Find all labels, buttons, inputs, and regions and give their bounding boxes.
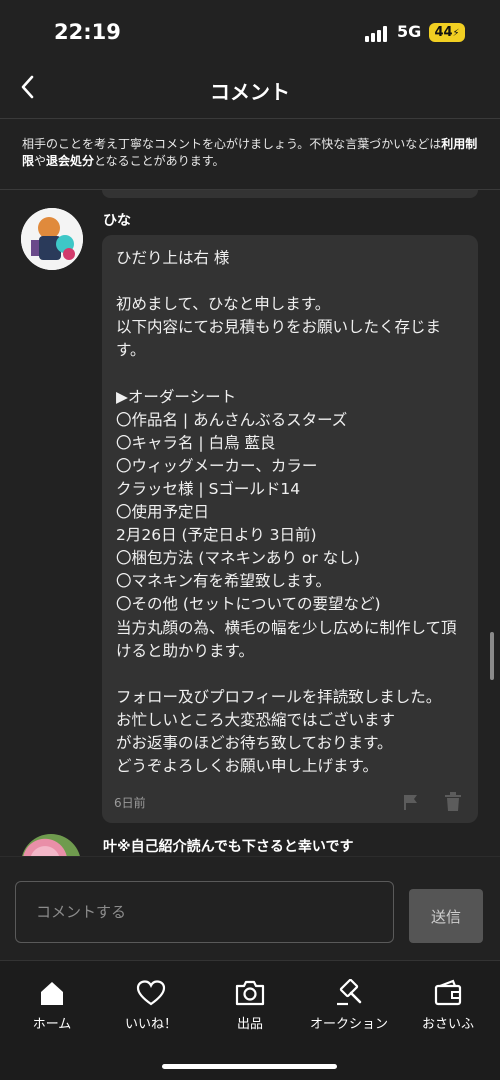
tab-label: おさいふ [421, 1017, 474, 1032]
notice-bold-2: 退会処分 [46, 154, 95, 168]
next-comment-text: 叶※自己紹介読んでも下さると幸いです [103, 839, 354, 855]
signal-icon [365, 24, 391, 42]
bottom-tab-bar: ホーム いいね！ 出品 オークション おさいふ [0, 960, 500, 1080]
home-indicator [162, 1064, 337, 1069]
status-time: 22:19 [54, 20, 121, 44]
nav-header: コメント [0, 62, 500, 118]
comment-input[interactable] [15, 881, 394, 943]
tab-label: 出品 [236, 1017, 263, 1032]
send-button[interactable]: 送信 [409, 889, 483, 943]
avatar[interactable] [21, 208, 83, 270]
tab-auction[interactable]: オークション [301, 979, 397, 1039]
avatar[interactable] [21, 834, 81, 856]
heart-icon [136, 980, 166, 1006]
comment-item-next: 叶※自己紹介読んでも下さると幸いです [0, 830, 500, 856]
battery-icon: 44⚡ [429, 23, 465, 42]
tab-label: いいね！ [124, 1017, 177, 1032]
home-icon [41, 982, 63, 1005]
flag-icon [404, 795, 417, 810]
gavel-icon [337, 979, 362, 1006]
status-bar: 22:19 5G 44⚡ [0, 0, 500, 62]
tab-label: ホーム [32, 1017, 72, 1032]
etiquette-notice: 相手のことを考え丁寧なコメントを心がけましょう。不快な言葉づかいなどは利用制限や… [0, 118, 500, 190]
notice-text-3: となることがあります。 [94, 154, 225, 168]
network-label: 5G [397, 22, 422, 41]
previous-comment-bubble [102, 190, 478, 198]
comment-bubble: ひだり上は右 様 初めまして、ひなと申します。 以下内容にてお見積もりをお願いし… [102, 235, 478, 823]
battery-level: 44 [434, 25, 453, 40]
avatar-image [21, 208, 83, 270]
commenter-name[interactable]: ひな [103, 210, 131, 230]
delete-button[interactable] [444, 792, 462, 812]
camera-icon [235, 980, 265, 1006]
tab-likes[interactable]: いいね！ [103, 979, 199, 1039]
trash-icon [445, 792, 461, 811]
wallet-icon [434, 979, 462, 1006]
tab-label: オークション [309, 1017, 388, 1032]
notice-text-2: や [34, 154, 47, 168]
scrollbar[interactable] [490, 632, 494, 680]
comment-composer: 送信 [0, 856, 500, 960]
tab-wallet[interactable]: おさいふ [400, 979, 496, 1039]
tab-home[interactable]: ホーム [4, 979, 100, 1039]
comment-body: ひだり上は右 様 初めまして、ひなと申します。 以下内容にてお見積もりをお願いし… [116, 249, 457, 776]
notice-text-1: 相手のことを考え丁寧なコメントを心がけましょう。不快な言葉づかいなどは [22, 137, 442, 151]
tab-sell[interactable]: 出品 [202, 979, 298, 1039]
report-button[interactable] [402, 793, 420, 811]
page-title: コメント [210, 80, 290, 104]
comment-timestamp: 6日前 [114, 796, 146, 810]
